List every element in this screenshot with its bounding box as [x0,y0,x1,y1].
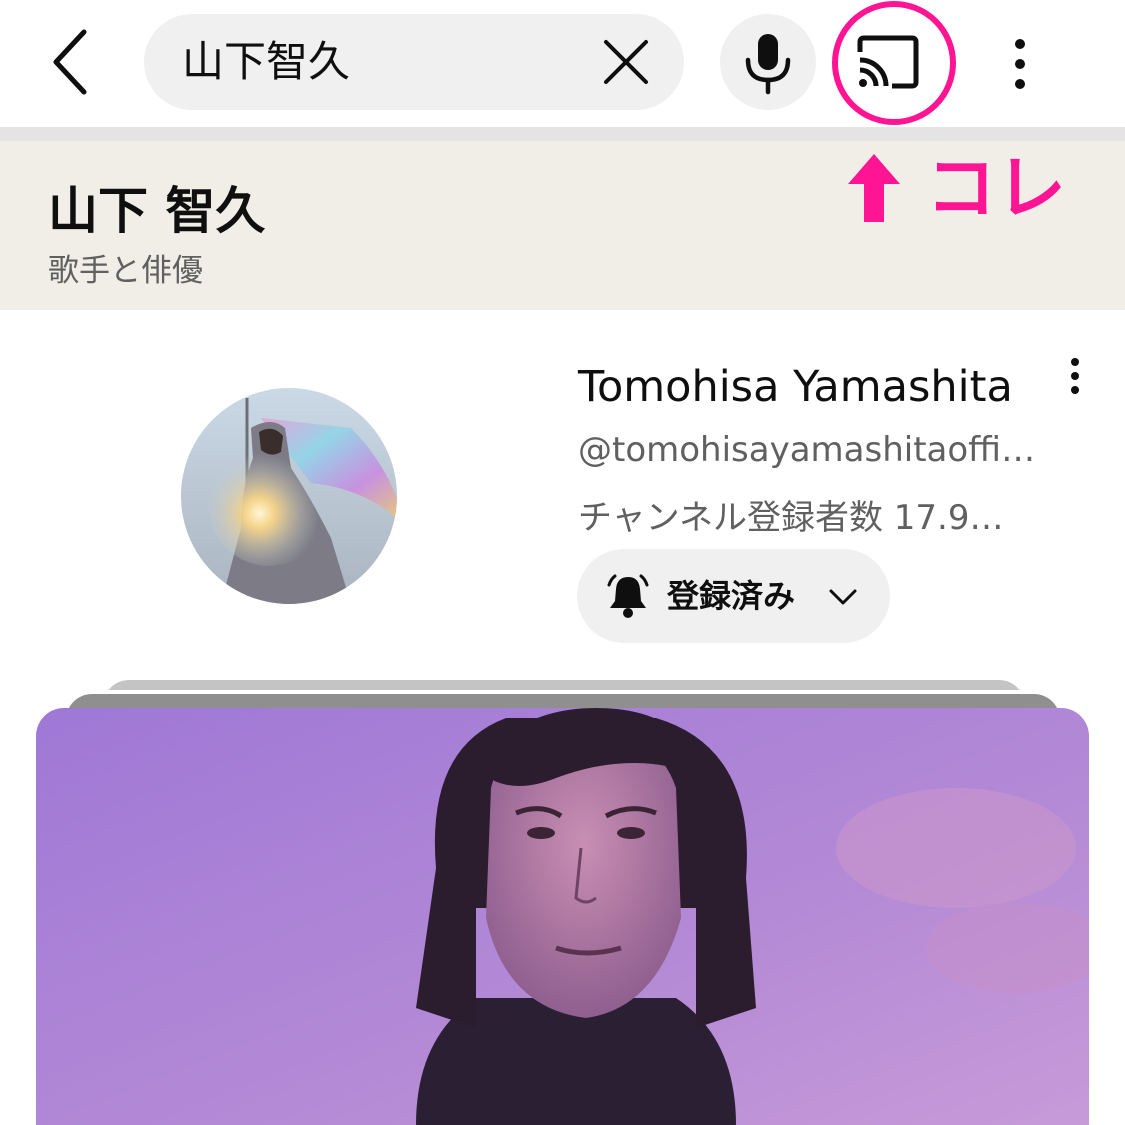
arrow-up-icon [848,154,900,222]
divider [0,127,1125,141]
entity-description: 歌手と俳優 [48,253,203,289]
microphone-icon [745,34,791,95]
more-vert-icon [1015,39,1025,89]
channel-avatar[interactable] [181,388,397,604]
search-input[interactable]: 山下智久 [144,14,684,110]
close-icon [604,40,648,84]
more-options-button[interactable] [994,32,1046,96]
video-thumbnail[interactable] [36,708,1089,1125]
annotation: コレ [846,148,1066,228]
clear-search-button[interactable] [602,38,650,86]
channel-name[interactable]: Tomohisa Yamashita [578,362,1013,412]
chevron-down-icon [829,589,857,605]
search-query: 山下智久 [182,37,351,86]
channel-handle: @tomohisayamashitaofficial [578,430,1048,470]
subscriber-count: チャンネル登録者数 17.9… [578,498,1004,538]
bell-icon [607,574,649,618]
entity-name: 山下 智久 [48,182,266,240]
voice-search-button[interactable] [720,14,816,110]
thumbnail-image [36,708,1089,1125]
highlight-circle [832,1,956,125]
channel-more-button[interactable] [1060,352,1090,400]
back-button[interactable] [40,22,104,102]
avatar-photo [181,388,397,604]
annotation-label: コレ [926,147,1066,229]
subscribed-button[interactable]: 登録済み [577,549,890,643]
more-vert-icon [1071,358,1079,394]
subscribed-label: 登録済み [667,577,796,615]
chevron-left-icon [53,29,87,95]
